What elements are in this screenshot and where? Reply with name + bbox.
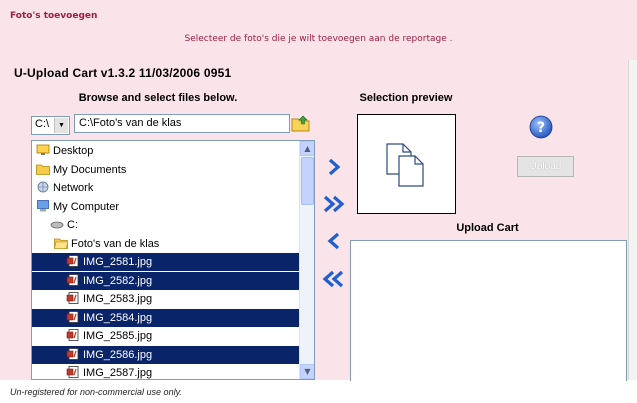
tree-item[interactable]: IMG_2587.jpg: [32, 364, 299, 379]
license-notice: Un-registered for non-commercial use onl…: [10, 387, 182, 397]
tree-item-label: IMG_2584.jpg: [83, 311, 153, 324]
tree-item[interactable]: Desktop: [32, 142, 299, 160]
tree-item[interactable]: IMG_2583.jpg: [32, 290, 299, 308]
file-tree[interactable]: Desktop My Documents Network My Computer C: F…: [31, 140, 315, 380]
remove-all-button[interactable]: [322, 270, 346, 288]
image-file-icon: [66, 366, 83, 379]
tree-item-label: IMG_2581.jpg: [83, 256, 153, 268]
multiple-files-icon: [386, 143, 424, 187]
tree-item[interactable]: My Computer: [32, 198, 299, 216]
scroll-down-button[interactable]: ▼: [300, 364, 314, 379]
tree-item-label: Network: [53, 182, 94, 194]
add-all-button[interactable]: [322, 195, 346, 213]
tree-item[interactable]: IMG_2582.jpg: [32, 271, 299, 290]
tree-item-label: Desktop: [53, 145, 94, 157]
tree-item-label: My Documents: [53, 163, 127, 176]
folder-up-icon[interactable]: [291, 114, 311, 133]
image-file-icon: [66, 310, 83, 324]
tree-item-label: C:: [67, 219, 78, 231]
tree-item-label: IMG_2586.jpg: [83, 348, 153, 361]
scroll-thumb[interactable]: [301, 157, 314, 205]
browse-label: Browse and select files below.: [78, 92, 238, 104]
page-subtitle: Selecteer de foto's die je wilt toevoege…: [184, 34, 453, 44]
upload-button-label: Upload: [529, 161, 562, 172]
applet-title: U-Upload Cart v1.3.2 11/03/2006 0951: [14, 66, 232, 80]
selection-preview: [357, 114, 456, 214]
page-scrollbar[interactable]: [628, 60, 637, 380]
tree-item-label: IMG_2583.jpg: [83, 293, 153, 305]
page-title: Foto's toevoegen: [10, 11, 98, 21]
network-icon: [36, 181, 53, 194]
tree-item[interactable]: IMG_2585.jpg: [32, 327, 299, 345]
image-file-icon: [66, 329, 83, 342]
drive-select[interactable]: C:\ ▼: [31, 116, 70, 135]
drive-select-value: C:\: [35, 118, 50, 130]
tree-item-label: My Computer: [53, 200, 120, 213]
tree-item-label: IMG_2587.jpg: [83, 367, 153, 379]
image-file-icon: [66, 255, 83, 268]
preview-label: Selection preview: [359, 92, 453, 104]
tree-item[interactable]: IMG_2581.jpg: [32, 253, 299, 271]
image-file-icon: [66, 273, 83, 287]
image-file-icon: [66, 347, 83, 361]
computer-icon: [36, 199, 53, 213]
chevron-down-icon[interactable]: ▼: [54, 118, 68, 133]
open-folder-icon: [54, 238, 71, 250]
image-file-icon: [66, 292, 83, 305]
remove-selected-button[interactable]: [325, 232, 343, 250]
drive-icon: [50, 219, 67, 231]
folder-icon: [36, 164, 53, 176]
scroll-up-button[interactable]: ▲: [300, 141, 314, 156]
tree-scrollbar[interactable]: ▲ ▼: [299, 141, 314, 379]
tree-item-label: Foto's van de klas: [71, 237, 160, 250]
tree-item[interactable]: IMG_2586.jpg: [32, 345, 299, 364]
upload-cart-list[interactable]: [350, 240, 627, 381]
tree-item[interactable]: Network: [32, 179, 299, 197]
tree-item[interactable]: My Documents: [32, 161, 299, 179]
tree-item-label: IMG_2582.jpg: [83, 274, 153, 287]
add-selected-button[interactable]: [325, 158, 343, 176]
cart-label: Upload Cart: [456, 222, 519, 234]
path-field[interactable]: C:\Foto's van de klas: [74, 114, 290, 133]
tree-item[interactable]: IMG_2584.jpg: [32, 308, 299, 327]
upload-button[interactable]: Upload: [517, 156, 574, 177]
desktop-icon: [36, 144, 53, 157]
tree-item[interactable]: Foto's van de klas: [32, 235, 299, 253]
page-header: Foto's toevoegen Selecteer de foto's die…: [0, 0, 637, 61]
tree-item[interactable]: C:: [32, 216, 299, 234]
tree-item-label: IMG_2585.jpg: [83, 330, 153, 342]
svg-text:?: ?: [537, 120, 545, 136]
help-icon[interactable]: ?: [529, 115, 553, 139]
